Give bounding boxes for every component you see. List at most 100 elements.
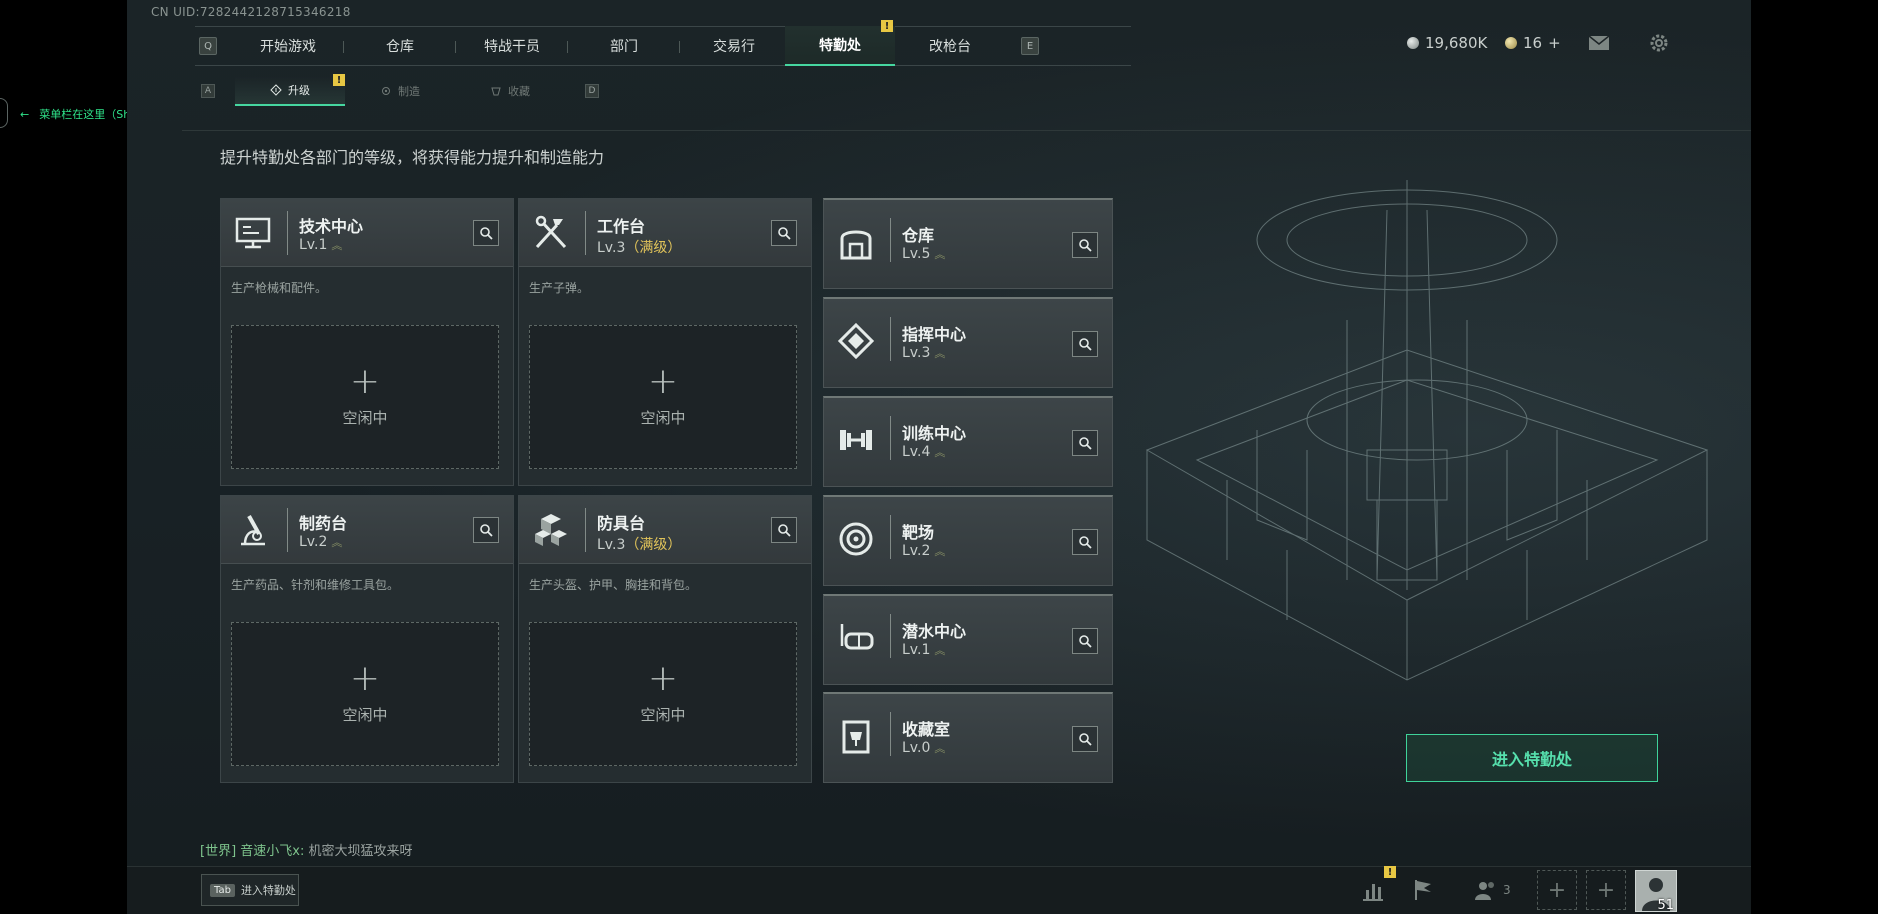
production-slot[interactable]: + 空闲中 <box>231 622 499 766</box>
enter-special-ops-button[interactable]: 进入特勤处 <box>1406 734 1658 782</box>
department-description: 生产药品、针剂和维修工具包。 <box>231 578 400 592</box>
department-description: 生产子弹。 <box>529 281 590 295</box>
subtab-label: 制造 <box>398 85 420 98</box>
tab-label: 开始游戏 <box>260 39 316 55</box>
plus-icon: + <box>647 360 679 402</box>
upgrade-chevron-icon: ︽ <box>331 239 343 252</box>
divider <box>890 712 891 756</box>
inspect-button[interactable] <box>1072 430 1098 456</box>
divider <box>287 508 288 552</box>
inspect-button[interactable] <box>1072 529 1098 555</box>
upgrade-chevron-icon: ︽ <box>934 248 946 261</box>
department-card-training-center[interactable]: 训练中心 Lv.4 ︽ <box>823 396 1113 487</box>
level-text: Lv.4 <box>902 444 931 460</box>
tab-label: 部门 <box>610 39 638 55</box>
department-card-tech-center[interactable]: 技术中心 Lv.1 ︽ 生产枪械和配件。 + 空闲中 <box>220 198 514 486</box>
add-gold-icon[interactable]: + <box>1548 34 1561 52</box>
upgrade-alert-badge: ! <box>333 74 345 86</box>
department-level: Lv.5 ︽ <box>902 246 945 262</box>
subnav-prev-key[interactable]: A <box>201 84 215 98</box>
subnav-next-key[interactable]: D <box>585 84 599 98</box>
department-card-collection-room[interactable]: 收藏室 Lv.0 ︽ <box>823 692 1113 783</box>
tab-gunsmith[interactable]: 改枪台 <box>895 26 1005 66</box>
party-slot-empty[interactable]: + <box>1537 870 1577 910</box>
nav-next-key[interactable]: E <box>1021 37 1039 55</box>
production-slot[interactable]: + 空闲中 <box>529 325 797 469</box>
inspect-button[interactable] <box>1072 232 1098 258</box>
tab-special-ops[interactable]: 特勤处 <box>785 26 895 66</box>
inspect-button[interactable] <box>1072 331 1098 357</box>
tab-departments[interactable]: 部门 <box>569 26 679 66</box>
card-header: 制药台 Lv.2 ︽ <box>221 496 513 564</box>
level-text: Lv.1 <box>299 237 328 253</box>
divider <box>890 515 891 559</box>
mail-icon[interactable] <box>1587 31 1611 55</box>
divider <box>585 508 586 552</box>
tab-divider <box>567 41 568 53</box>
gold-coin-icon <box>1505 37 1517 49</box>
department-level: Lv.1 ︽ <box>299 237 342 253</box>
player-avatar[interactable]: 51 <box>1635 870 1677 913</box>
tab-warehouse[interactable]: 仓库 <box>345 26 455 66</box>
inspect-button[interactable] <box>473 517 499 543</box>
team-indicator[interactable]: 3 <box>1473 878 1511 902</box>
department-name: 制药台 <box>299 514 348 533</box>
gold-amount: 16 <box>1523 34 1543 52</box>
level-text: Lv.2 <box>299 534 328 550</box>
subtab-upgrade[interactable]: 升级 <box>235 76 345 106</box>
department-card-workbench[interactable]: 工作台 Lv.3（满级） 生产子弹。 + 空闲中 <box>518 198 812 486</box>
subtab-label: 升级 <box>288 84 310 97</box>
tab-key: Tab <box>210 883 235 897</box>
inspect-button[interactable] <box>771 517 797 543</box>
inspect-button[interactable] <box>1072 628 1098 654</box>
chat-line[interactable]: [世界] 音速小飞x: 机密大坝猛攻来呀 <box>200 840 413 859</box>
side-handle[interactable] <box>0 98 8 128</box>
team-people-icon <box>1475 882 1494 900</box>
settings-gear-icon[interactable] <box>1647 31 1671 55</box>
gear-icon <box>382 87 390 95</box>
party-slot-empty[interactable]: + <box>1586 870 1626 910</box>
level-text: Lv.1 <box>902 642 931 658</box>
flag-icon[interactable] <box>1409 876 1437 904</box>
inspect-button[interactable] <box>771 220 797 246</box>
department-card-armor-bench[interactable]: 防具台 Lv.3（满级） 生产头盔、护甲、胸挂和背包。 + 空闲中 <box>518 495 812 783</box>
level-text: Lv.5 <box>902 246 931 262</box>
silver-amount: 19,680K <box>1425 34 1488 52</box>
production-slot[interactable]: + 空闲中 <box>529 622 797 766</box>
magnifier-icon <box>1079 635 1092 648</box>
tab-shortcut-hint[interactable]: Tab 进入特勤处 <box>201 874 299 906</box>
tab-operators[interactable]: 特战干员 <box>457 26 567 66</box>
silver-currency[interactable]: 19,680K <box>1407 34 1487 52</box>
subtab-collection[interactable]: 收藏 <box>455 76 565 106</box>
slot-status: 空闲中 <box>342 705 388 724</box>
nav-prev-key[interactable]: Q <box>199 37 217 55</box>
plus-icon: + <box>349 360 381 402</box>
tab-trade[interactable]: 交易行 <box>679 26 789 66</box>
slot-status: 空闲中 <box>640 408 686 427</box>
department-card-diving-center[interactable]: 潜水中心 Lv.1 ︽ <box>823 594 1113 685</box>
subtab-craft[interactable]: 制造 <box>345 76 455 106</box>
department-card-pharmacy[interactable]: 制药台 Lv.2 ︽ 生产药品、针剂和维修工具包。 + 空闲中 <box>220 495 514 783</box>
department-description: 生产头盔、护甲、胸挂和背包。 <box>529 578 698 592</box>
department-card-shooting-range[interactable]: 靶场 Lv.2 ︽ <box>823 495 1113 586</box>
divider <box>287 211 288 255</box>
divider <box>890 416 891 460</box>
plus-icon: + <box>349 657 381 699</box>
department-name: 工作台 <box>597 217 646 236</box>
gold-currency[interactable]: 16 + <box>1505 34 1561 52</box>
plus-icon: + <box>647 657 679 699</box>
upgrade-chevron-icon: ︽ <box>934 644 946 657</box>
section-divider <box>182 130 1751 131</box>
inspect-button[interactable] <box>1072 726 1098 752</box>
upgrade-icon <box>270 84 282 96</box>
inspect-button[interactable] <box>473 220 499 246</box>
department-card-command-center[interactable]: 指挥中心 Lv.3 ︽ <box>823 297 1113 388</box>
trophy-case-icon <box>842 720 870 754</box>
department-card-warehouse[interactable]: 仓库 Lv.5 ︽ <box>823 198 1113 289</box>
upgrade-chevron-icon: ︽ <box>934 545 946 558</box>
upgrade-chevron-icon: ︽ <box>331 536 343 549</box>
production-slot[interactable]: + 空闲中 <box>231 325 499 469</box>
tab-start-game[interactable]: 开始游戏 <box>233 26 343 66</box>
stats-bar-chart-icon[interactable] <box>1359 876 1387 904</box>
computer-icon <box>235 217 271 249</box>
